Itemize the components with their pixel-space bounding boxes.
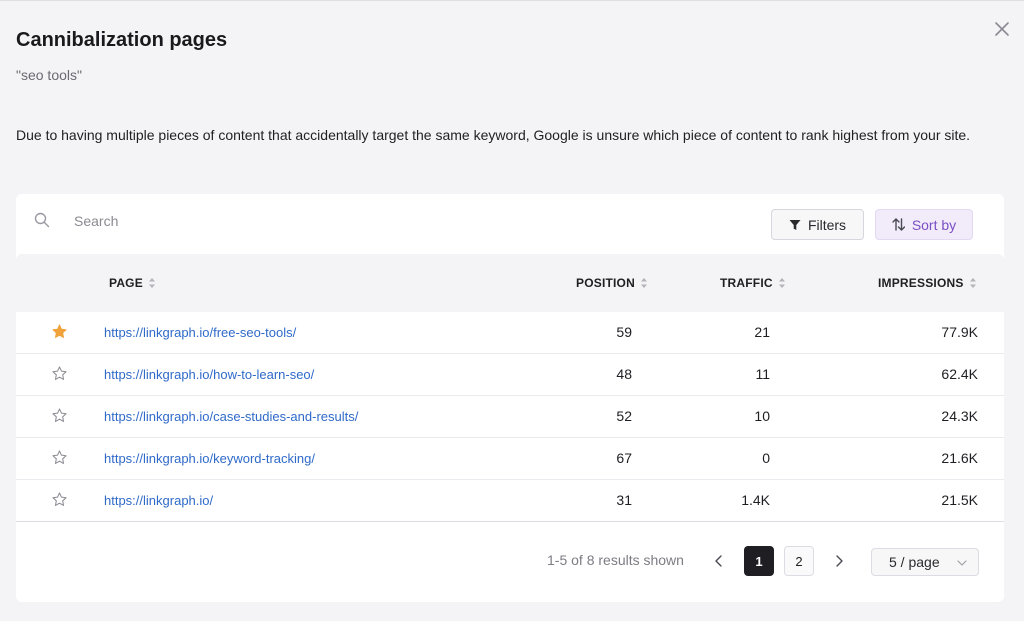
description-text: Due to having multiple pieces of content… <box>16 127 971 143</box>
cannibalization-modal: Cannibalization pages "seo tools" Due to… <box>0 0 1024 621</box>
sort-caret-icon <box>148 278 155 288</box>
star-outline-icon[interactable] <box>52 408 67 423</box>
impressions-value: 21.5K <box>941 492 978 508</box>
page-link[interactable]: https://linkgraph.io/case-studies-and-re… <box>104 409 358 424</box>
keyword-subtitle: "seo tools" <box>16 67 82 83</box>
column-header-page[interactable]: PAGE <box>109 276 156 290</box>
page-link[interactable]: https://linkgraph.io/ <box>104 493 213 508</box>
star-outline-icon[interactable] <box>52 492 67 507</box>
traffic-value: 21 <box>754 324 770 340</box>
traffic-value: 1.4K <box>741 492 770 508</box>
page-link[interactable]: https://linkgraph.io/free-seo-tools/ <box>104 325 296 340</box>
modal-title: Cannibalization pages <box>16 29 228 51</box>
impressions-value: 77.9K <box>941 324 978 340</box>
page-button-2[interactable]: 2 <box>784 546 814 576</box>
filters-label: Filters <box>807 216 847 233</box>
page-size-value: 5 / page <box>889 554 940 570</box>
chevron-left-icon <box>715 555 722 567</box>
column-header-traffic[interactable]: TRAFFIC <box>720 276 786 290</box>
sort-by-label: Sort by <box>911 216 957 233</box>
table-row: https://linkgraph.io/ 31 1.4K 21.5K <box>16 480 1004 522</box>
next-page-button[interactable] <box>824 546 854 576</box>
impressions-value: 62.4K <box>941 366 978 382</box>
page-link[interactable]: https://linkgraph.io/keyword-tracking/ <box>104 451 315 466</box>
search-icon <box>34 212 50 228</box>
page-link[interactable]: https://linkgraph.io/how-to-learn-seo/ <box>104 367 314 382</box>
impressions-value: 24.3K <box>941 408 978 424</box>
filters-button[interactable]: Filters <box>771 209 864 240</box>
column-header-position-label: POSITION <box>576 276 635 290</box>
column-header-page-label: PAGE <box>109 276 143 290</box>
position-value: 52 <box>616 408 632 424</box>
sort-caret-icon <box>640 278 647 288</box>
page-size-select[interactable]: 5 / page <box>871 548 979 576</box>
results-count: 1-5 of 8 results shown <box>547 552 684 568</box>
sort-caret-icon <box>778 278 785 288</box>
traffic-value: 10 <box>754 408 770 424</box>
search-input[interactable] <box>74 208 374 234</box>
sort-by-button[interactable]: Sort by <box>875 209 973 240</box>
table-row: https://linkgraph.io/case-studies-and-re… <box>16 396 1004 438</box>
impressions-value: 21.6K <box>941 450 978 466</box>
traffic-value: 11 <box>755 366 770 382</box>
prev-page-button[interactable] <box>704 546 734 576</box>
page-button-1[interactable]: 1 <box>744 546 774 576</box>
position-value: 48 <box>616 366 632 382</box>
table-header: PAGE POSITION TRAFFIC IMPRESSIONS <box>16 254 1004 312</box>
table-row: https://linkgraph.io/how-to-learn-seo/ 4… <box>16 354 1004 396</box>
position-value: 67 <box>616 450 632 466</box>
star-outline-icon[interactable] <box>52 450 67 465</box>
position-value: 31 <box>616 492 632 508</box>
traffic-value: 0 <box>762 450 770 466</box>
position-value: 59 <box>616 324 632 340</box>
column-header-impressions-label: IMPRESSIONS <box>878 276 964 290</box>
column-header-impressions[interactable]: IMPRESSIONS <box>878 276 977 290</box>
sort-caret-icon <box>969 278 976 288</box>
star-outline-icon[interactable] <box>52 366 67 381</box>
chevron-right-icon <box>836 555 843 567</box>
column-header-position[interactable]: POSITION <box>576 276 648 290</box>
column-header-traffic-label: TRAFFIC <box>720 276 773 290</box>
chevron-down-icon <box>957 560 967 566</box>
table-row: https://linkgraph.io/keyword-tracking/ 6… <box>16 438 1004 480</box>
sort-arrows-icon <box>892 218 905 231</box>
star-filled-icon[interactable] <box>52 324 67 339</box>
filter-icon <box>789 219 801 230</box>
close-icon[interactable] <box>992 19 1012 39</box>
results-card: Filters Sort by PAGE POSITION TRAFFIC <box>16 194 1004 602</box>
table-row: https://linkgraph.io/free-seo-tools/ 59 … <box>16 312 1004 354</box>
